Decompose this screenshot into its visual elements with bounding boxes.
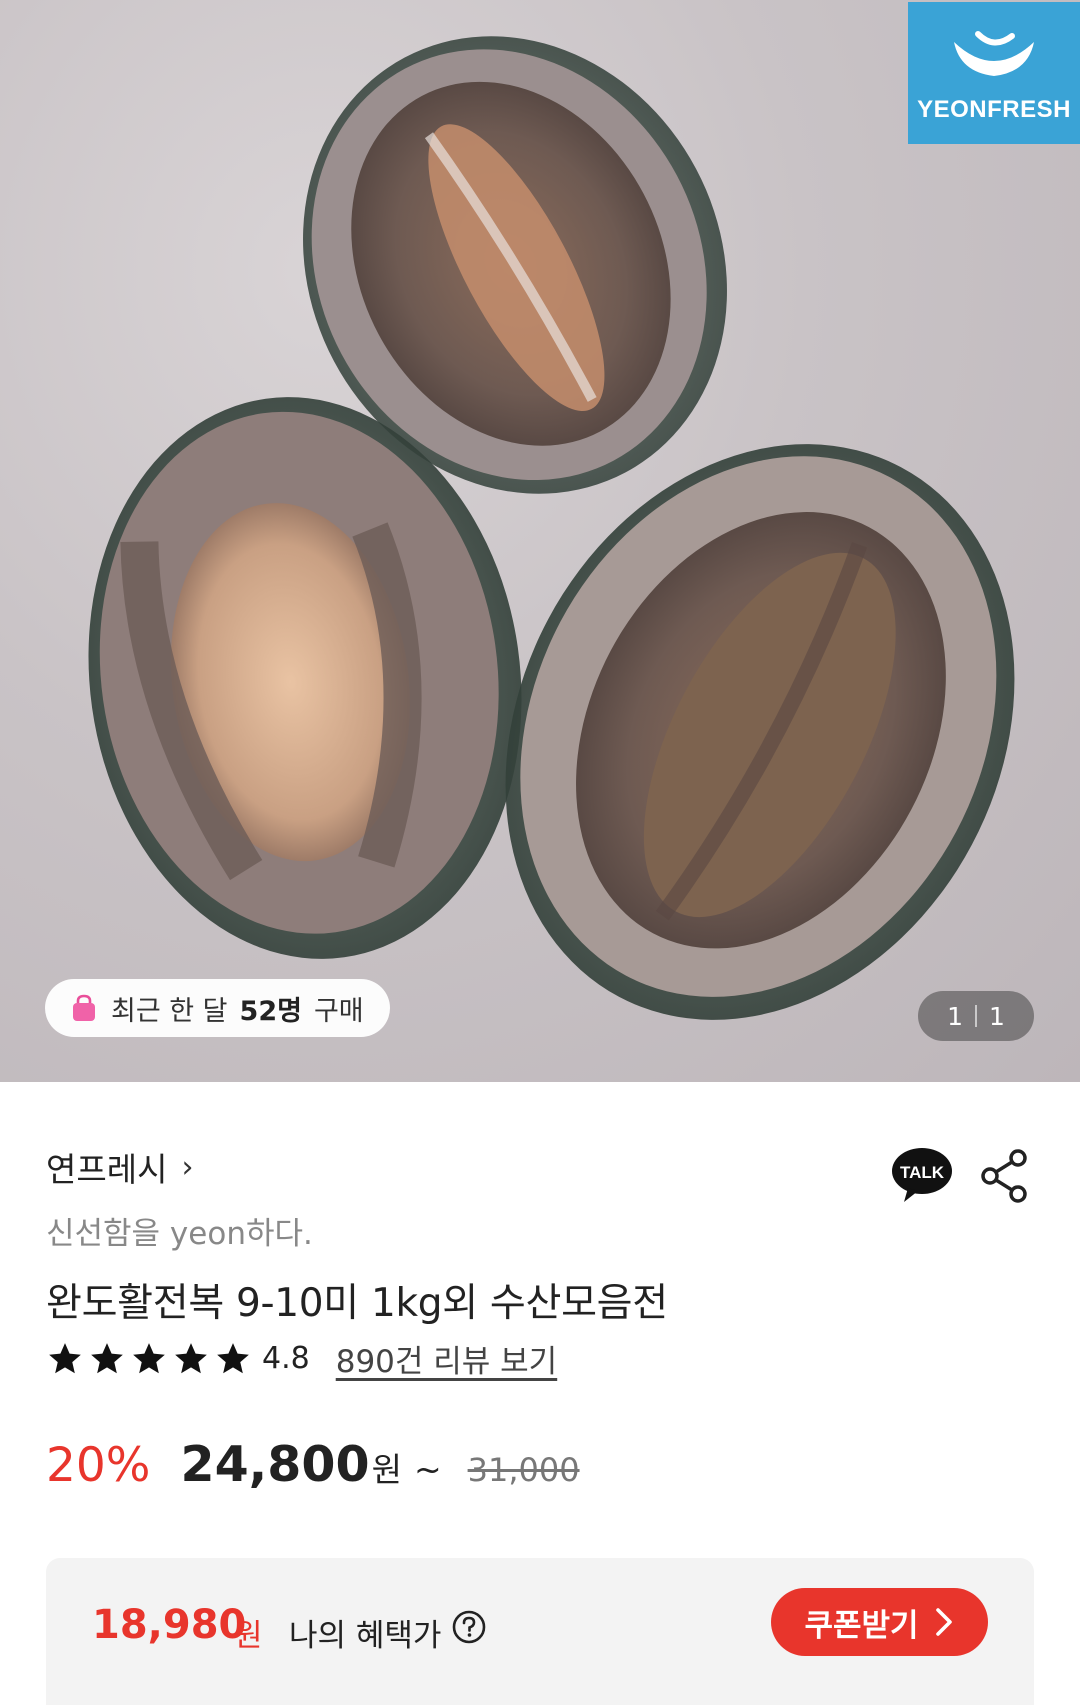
star-icon <box>133 1342 165 1373</box>
star-icon <box>217 1342 249 1373</box>
question-circle-icon[interactable] <box>451 1609 487 1645</box>
benefit-price-box: 18,980 원 나의 혜택가 쿠폰받기 <box>46 1558 1034 1705</box>
chevron-right-icon: › <box>181 1149 194 1185</box>
image-counter: 1 1 <box>918 991 1034 1041</box>
star-icon <box>175 1342 207 1373</box>
star-icon <box>49 1342 81 1373</box>
kakao-talk-icon[interactable]: TALK <box>890 1146 954 1204</box>
product-photo <box>88 36 1015 1020</box>
recent-buyers-prefix: 최근 한 달 <box>111 995 228 1027</box>
sale-price: 24,800 <box>180 1436 370 1493</box>
benefit-price-currency: 원 <box>234 1618 263 1654</box>
brand-name: YEONFRESH <box>917 96 1071 123</box>
rating-row: 4.8 890건 리뷰 보기 <box>46 1336 557 1381</box>
seller-tagline: 신선함을 yeon하다. <box>46 1216 313 1252</box>
image-counter-divider <box>975 1005 977 1027</box>
review-link[interactable]: 890건 리뷰 보기 <box>336 1336 557 1381</box>
star-icon <box>91 1342 123 1373</box>
shopping-bag-icon <box>73 994 95 1021</box>
recent-buyers-badge: 최근 한 달 52명 구매 <box>45 979 390 1037</box>
original-price: 31,000 <box>467 1451 580 1489</box>
star-rating <box>46 1340 252 1378</box>
price-row: 20% 24,800 원 ~ 31,000 <box>46 1436 580 1493</box>
recent-buyers-suffix: 구매 <box>313 995 364 1027</box>
brand-logo: YEONFRESH <box>908 2 1080 144</box>
benefit-price: 18,980 <box>92 1602 247 1648</box>
svg-text:TALK: TALK <box>900 1163 945 1182</box>
chevron-right-icon <box>935 1608 952 1636</box>
coupon-button-label: 쿠폰받기 <box>804 1607 919 1644</box>
share-icon[interactable] <box>980 1148 1030 1204</box>
seller-link[interactable]: 연프레시 › <box>46 1143 193 1191</box>
product-title: 완도활전복 9-10미 1kg외 수산모음전 <box>46 1281 668 1326</box>
brand-wave-icon <box>954 31 1034 76</box>
benefit-label: 나의 혜택가 <box>289 1618 442 1654</box>
image-counter-current: 1 <box>947 1001 963 1031</box>
sale-price-currency: 원 <box>371 1450 402 1489</box>
price-range-tilde: ~ <box>413 1450 442 1489</box>
seller-name: 연프레시 <box>46 1150 168 1189</box>
rating-value: 4.8 <box>262 1341 310 1376</box>
product-image-carousel[interactable]: YEONFRESH 최근 한 달 52명 구매 1 1 <box>0 0 1080 1082</box>
image-counter-total: 1 <box>989 1001 1005 1031</box>
discount-rate: 20% <box>46 1438 151 1493</box>
recent-buyers-count: 52명 <box>239 995 302 1027</box>
coupon-button[interactable]: 쿠폰받기 <box>771 1588 988 1656</box>
